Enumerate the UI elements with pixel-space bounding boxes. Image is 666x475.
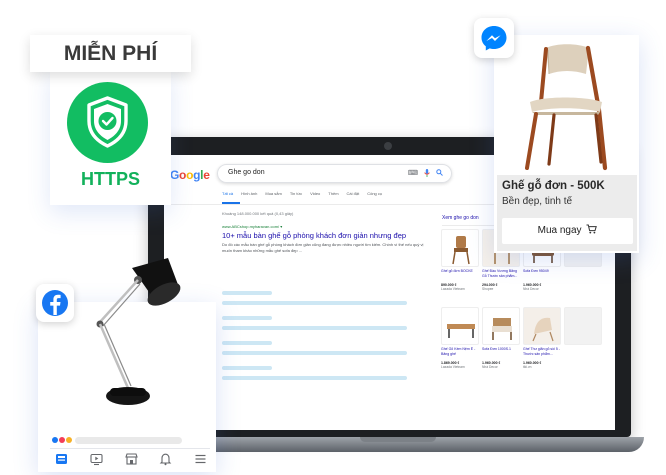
google-search-box[interactable]: Ghe go don ⌨ — [217, 164, 452, 183]
product-store: tiki.vn — [523, 365, 532, 369]
love-reaction-icon — [59, 437, 65, 443]
laptop-camera — [384, 142, 392, 150]
mic-icon[interactable] — [424, 169, 430, 179]
placeholder-line — [222, 341, 272, 345]
product-card[interactable] — [564, 307, 602, 345]
buy-now-label: Mua ngay — [537, 225, 582, 236]
tab-video[interactable]: Video — [310, 191, 320, 196]
buy-now-button[interactable]: Mua ngay — [502, 218, 633, 244]
product-image — [482, 307, 520, 345]
tab-shopping[interactable]: Mua sắm — [265, 191, 281, 196]
product-card[interactable]: Ghế Thư giãn gỗ sồi 5 - Thước sản phẩm..… — [523, 307, 561, 369]
product-image — [441, 307, 479, 345]
placeholder-line — [222, 366, 272, 370]
messenger-badge[interactable] — [474, 18, 514, 58]
product-title: Ghế gỗ đơn - 500K — [502, 180, 605, 192]
product-card[interactable]: Ghế Gỗ Kèm Nệm Ê - Băng ghế 1.869.000 ₫ … — [441, 307, 479, 369]
result-stats: Khoảng 148.000.000 kết quả (0,43 giây) — [222, 211, 294, 216]
like-reaction-icon — [52, 437, 58, 443]
result-title[interactable]: 10+ mẫu bàn ghế gỗ phòng khách đơn giản … — [222, 231, 406, 240]
product-store: Lazada Vietnam — [441, 287, 465, 291]
notification-bell-icon[interactable] — [158, 452, 173, 466]
product-card[interactable]: Ghế gỗ đơn BOCKE 890.000 ₫ Lazada Vietna… — [441, 229, 479, 291]
placeholder-line — [222, 301, 407, 305]
desk-lamp-image — [96, 258, 181, 405]
placeholder-line — [222, 351, 407, 355]
facebook-bottom-nav — [50, 452, 212, 466]
product-name: Ghế Thư giãn gỗ sồi 5 - Thước sản phẩm..… — [523, 347, 560, 356]
free-badge: MIỄN PHÍ — [30, 35, 191, 72]
tab-all[interactable]: Tất cả — [222, 191, 233, 196]
reactions[interactable] — [52, 437, 72, 443]
wooden-chair-image — [525, 44, 608, 171]
home-icon[interactable] — [54, 452, 69, 466]
https-circle — [67, 82, 148, 163]
tab-settings[interactable]: Cài đặt — [347, 191, 360, 196]
marketplace-icon[interactable] — [124, 452, 139, 466]
facebook-badge[interactable] — [36, 284, 74, 322]
placeholder-line — [222, 376, 407, 380]
product-store: Nhà Decor — [523, 287, 539, 291]
facebook-nav-divider — [50, 448, 210, 449]
cart-icon — [586, 224, 598, 234]
product-name: Sofa Đơn 95049 — [523, 269, 549, 273]
product-card[interactable]: Sofa Đơn 1000S.1 1.960.000 ₫ Nhà Decor — [482, 307, 520, 369]
menu-icon[interactable] — [193, 452, 208, 466]
google-tabs: Tất cả Hình ảnh Mua sắm Tin tức Video Th… — [222, 191, 382, 196]
shopping-title[interactable]: Xem ghe go don — [442, 215, 479, 221]
search-icon[interactable] — [436, 169, 443, 179]
product-subtitle: Bền đẹp, tinh tế — [502, 196, 573, 207]
laptop-notch — [360, 437, 436, 442]
placeholder-line — [222, 291, 272, 295]
placeholder-line — [222, 326, 407, 330]
result-url[interactable]: www.ABCshop.myharavan.com/ ▾ — [222, 224, 282, 229]
shield-check-icon — [87, 96, 128, 148]
product-image — [564, 307, 602, 345]
comment-bar[interactable] — [75, 437, 182, 444]
tab-tools[interactable]: Công cụ — [367, 191, 382, 196]
product-store: Shopee — [482, 287, 494, 291]
tab-news[interactable]: Tin tức — [290, 191, 302, 196]
haha-reaction-icon — [66, 437, 72, 443]
product-name: Sofa Đơn 1000S.1 — [482, 347, 511, 351]
placeholder-line — [222, 316, 272, 320]
tab-images[interactable]: Hình ảnh — [241, 191, 257, 196]
google-logo[interactable]: Google — [170, 168, 210, 182]
keyboard-icon[interactable]: ⌨ — [408, 169, 418, 179]
messenger-icon — [481, 26, 507, 51]
https-label: HTTPS — [80, 169, 140, 189]
product-name: Ghế Gỗ Kèm Nệm Ê - Băng ghế — [441, 347, 476, 356]
search-query[interactable]: Ghe go don — [228, 169, 265, 176]
product-store: Lazada Vietnam — [441, 365, 465, 369]
tab-more[interactable]: Thêm — [328, 191, 338, 196]
product-image — [441, 229, 479, 267]
result-snippet: Do đó các mẫu bàn ghế gỗ phòng khách đơn… — [222, 242, 424, 253]
product-image — [523, 307, 561, 345]
product-store: Nhà Decor — [482, 365, 498, 369]
product-name: Ghế gỗ đơn BOCKE — [441, 269, 473, 273]
video-icon[interactable] — [89, 452, 104, 466]
product-name: Ghế Đầu Vương Bằng Gỗ Thước sản phẩm... — [482, 269, 518, 278]
facebook-icon — [42, 290, 68, 316]
